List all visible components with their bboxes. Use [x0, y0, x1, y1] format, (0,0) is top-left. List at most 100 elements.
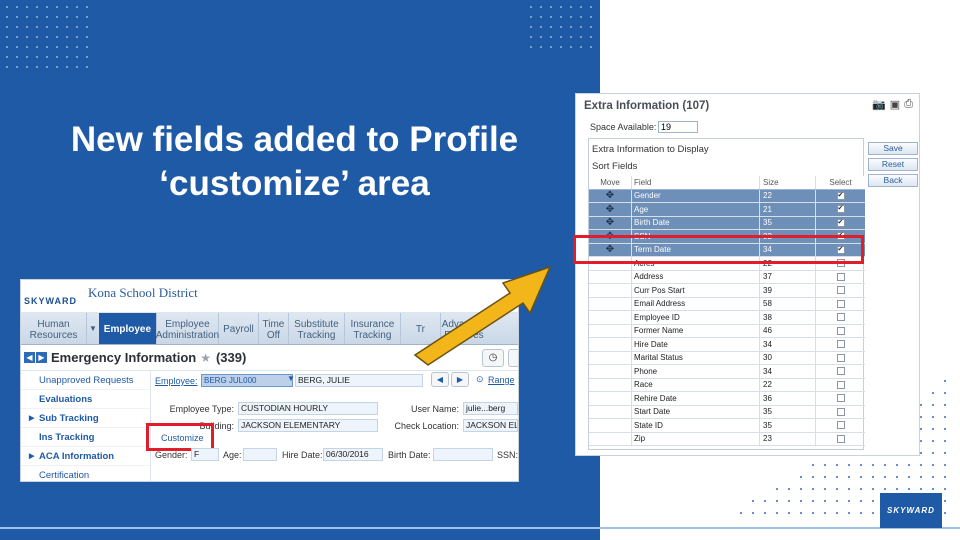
field-size-cell: 58: [759, 297, 815, 310]
table-row[interactable]: Phone 34: [589, 365, 865, 379]
field-size-cell: 34: [759, 338, 815, 351]
decorative-dot: [836, 476, 838, 478]
employee-name-field: BERG, JULIE: [295, 374, 423, 387]
back-arrow-icon[interactable]: ◀: [24, 352, 35, 363]
nav-insurance-tracking[interactable]: Insurance Tracking: [345, 313, 401, 344]
table-row[interactable]: Hire Date 34: [589, 338, 865, 352]
record-count: (339): [215, 350, 247, 365]
chevron-down-icon[interactable]: ▼: [87, 313, 99, 344]
nav-substitute-tracking[interactable]: Substitute Tracking: [289, 313, 345, 344]
decorative-dot: [944, 404, 946, 406]
table-row[interactable]: ✥ Age 21 ✔: [589, 203, 865, 217]
employee-type-label: Employee Type:: [169, 404, 234, 414]
select-checkbox[interactable]: [836, 272, 845, 281]
select-cell: [815, 392, 865, 405]
table-row[interactable]: Curr Pos Start 39: [589, 284, 865, 298]
decorative-dot: [872, 512, 874, 514]
decorative-dots: [6, 6, 88, 68]
decorative-dot: [836, 488, 838, 490]
select-cell: [815, 270, 865, 283]
fields-table: Move Field Size Select ✥ Gender 22 ✔ ✥ Age 21 ✔…: [589, 176, 865, 446]
decorative-dot: [848, 488, 850, 490]
field-size-cell: 22: [759, 189, 815, 202]
back-button[interactable]: Back: [868, 174, 918, 187]
decorative-dot: [848, 476, 850, 478]
select-checkbox[interactable]: [836, 394, 845, 403]
sidebar-item-sub-tracking[interactable]: ▶ Sub Tracking: [21, 409, 150, 428]
select-checkbox[interactable]: [836, 353, 845, 362]
table-row[interactable]: State ID 35: [589, 419, 865, 433]
table-row[interactable]: Rehire Date 36: [589, 392, 865, 406]
select-checkbox[interactable]: [836, 340, 845, 349]
move-handle-icon[interactable]: ✥: [589, 203, 631, 216]
select-checkbox[interactable]: [836, 326, 845, 335]
decorative-dot: [824, 488, 826, 490]
skyward-logo: SKYWARD: [24, 296, 78, 306]
select-checkbox[interactable]: [836, 380, 845, 389]
export-icon[interactable]: ▣: [890, 98, 900, 111]
select-checkbox[interactable]: [836, 367, 845, 376]
decorative-dot: [812, 488, 814, 490]
decorative-dot: [848, 500, 850, 502]
select-checkbox[interactable]: [836, 407, 845, 416]
field-size-cell: 22: [759, 378, 815, 391]
nav-employee-administration[interactable]: Employee Administration: [156, 313, 219, 344]
save-button[interactable]: Save: [868, 142, 918, 155]
field-name-cell: Birth Date: [631, 216, 759, 229]
select-checkbox[interactable]: [836, 421, 845, 430]
sidebar-item-certification[interactable]: Certification: [21, 466, 150, 481]
gender-field: F: [191, 448, 219, 461]
decorative-dot: [932, 488, 934, 490]
table-row[interactable]: Former Name 46: [589, 324, 865, 338]
nav-employee[interactable]: Employee: [98, 313, 157, 344]
table-row[interactable]: Zip 23: [589, 432, 865, 446]
camera-icon[interactable]: 📷: [872, 98, 886, 111]
decorative-dot: [776, 500, 778, 502]
sidebar-item-label: Ins Tracking: [39, 431, 95, 443]
table-row[interactable]: Marital Status 30: [589, 351, 865, 365]
page-body: Unapproved Requests Evaluations ▶ Sub Tra…: [21, 371, 518, 481]
select-checkbox[interactable]: [836, 299, 845, 308]
table-row[interactable]: Address 37: [589, 270, 865, 284]
nav-human-resources[interactable]: Human Resources: [21, 313, 87, 344]
table-row[interactable]: Email Address 58: [589, 297, 865, 311]
move-handle-icon[interactable]: ✥: [589, 217, 631, 230]
panel-toolbar: 📷 ▣ ⎙: [872, 98, 913, 111]
customize-link[interactable]: Customize: [161, 433, 204, 443]
table-row[interactable]: ✥ Birth Date 35 ✔: [589, 216, 865, 230]
move-handle-icon[interactable]: ✥: [589, 190, 631, 203]
sidebar-item-ins-tracking[interactable]: Ins Tracking: [21, 428, 150, 447]
favorite-star-icon[interactable]: ★: [200, 351, 211, 365]
table-row[interactable]: Employee ID 38: [589, 311, 865, 325]
select-checkbox[interactable]: [836, 286, 845, 295]
sidebar-item-aca-information[interactable]: ▶ ACA Information: [21, 447, 150, 466]
select-checkbox[interactable]: ✔: [836, 205, 845, 214]
field-name-cell: Zip: [631, 432, 759, 445]
table-row[interactable]: ✥ Gender 22 ✔: [589, 189, 865, 203]
field-size-cell: 35: [759, 419, 815, 432]
forward-arrow-icon[interactable]: ▶: [36, 352, 47, 363]
reset-button[interactable]: Reset: [868, 158, 918, 171]
print-icon[interactable]: ⎙: [904, 98, 913, 111]
decorative-dot: [920, 452, 922, 454]
bottom-divider: [0, 527, 960, 529]
sidebar-item-evaluations[interactable]: Evaluations: [21, 390, 150, 409]
move-handle-icon: [589, 271, 631, 284]
sort-fields-label[interactable]: Sort Fields: [592, 161, 637, 172]
select-checkbox[interactable]: [836, 313, 845, 322]
sidebar-item-unapproved-requests[interactable]: Unapproved Requests: [21, 371, 150, 390]
field-name-cell: Rehire Date: [631, 392, 759, 405]
select-checkbox[interactable]: ✔: [836, 218, 845, 227]
field-name-cell: Hire Date: [631, 338, 759, 351]
chevron-down-icon[interactable]: ▼: [287, 374, 295, 383]
select-checkbox[interactable]: [836, 434, 845, 443]
nav-payroll[interactable]: Payroll: [219, 313, 259, 344]
decorative-dot: [836, 464, 838, 466]
select-checkbox[interactable]: ✔: [836, 191, 845, 200]
nav-time-off[interactable]: Time Off: [259, 313, 289, 344]
employee-select[interactable]: BERG JUL000: [201, 374, 293, 387]
decorative-dot: [812, 464, 814, 466]
table-row[interactable]: Start Date 35: [589, 405, 865, 419]
decorative-dot: [944, 380, 946, 382]
table-row[interactable]: Race 22: [589, 378, 865, 392]
